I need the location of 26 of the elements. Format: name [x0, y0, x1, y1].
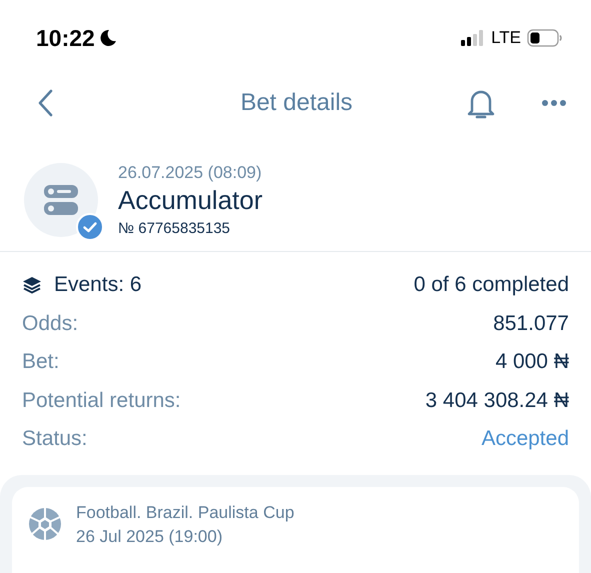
field-label: Status:	[22, 427, 88, 452]
completion-text: 0 of 6 completed	[414, 273, 569, 298]
network-type: LTE	[491, 28, 521, 48]
bet-date: 26.07.2025 (08:09)	[118, 163, 262, 183]
event-card[interactable]: Football. Brazil. Paulista Cup 26 Jul 2025 (19:00)	[12, 486, 579, 572]
moon-icon	[98, 29, 117, 47]
more-icon	[541, 99, 567, 107]
slip-icon	[44, 185, 78, 215]
football-icon	[28, 506, 62, 540]
clock-time: 10:22	[36, 24, 95, 52]
layers-icon	[22, 276, 42, 294]
bet-number: № 67765835135	[118, 220, 232, 237]
status-value: Accepted	[481, 427, 569, 452]
field-label: Potential returns:	[22, 388, 181, 413]
field-label: Odds:	[22, 312, 78, 336]
field-value: 3 404 308.24 ₦	[425, 388, 569, 413]
screen-title: Bet details	[239, 89, 354, 117]
field-label: Bet:	[22, 350, 60, 374]
signal-icon	[461, 30, 486, 46]
events-count: Events: 6	[54, 273, 142, 298]
battery-icon	[527, 29, 563, 47]
event-date: 26 Jul 2025 (19:00)	[76, 526, 224, 546]
field-value: 851.077	[493, 312, 569, 336]
field-value: 4 000 ₦	[495, 350, 569, 374]
tournament-name: Football. Brazil. Paulista Cup	[76, 502, 294, 522]
bet-type: Accumulator	[118, 185, 262, 216]
